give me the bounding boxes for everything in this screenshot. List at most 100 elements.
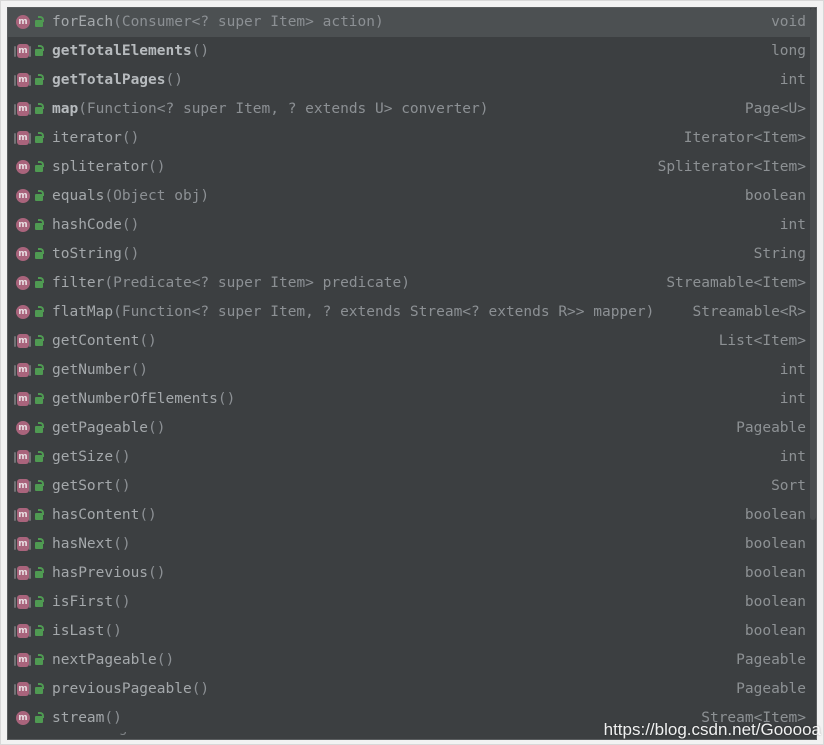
completion-signature: equals(Object obj) (52, 182, 727, 211)
completion-signature: isLast() (52, 617, 727, 646)
completion-method-name: map (52, 101, 79, 117)
completion-method-name: nextPageable (52, 652, 157, 668)
completion-method-params: (Consumer<? super Item> action) (113, 14, 384, 30)
method-icon: m (14, 391, 31, 408)
completion-item[interactable]: m iterator() Iterator<Item> (8, 124, 816, 153)
public-lock-icon (33, 566, 46, 581)
method-icon: m (14, 623, 31, 640)
completion-method-name: toString (52, 246, 122, 262)
completion-method-name: flatMap (52, 304, 114, 320)
completion-list[interactable]: m forEach(Consumer<? super Item> action) v… (8, 8, 816, 739)
completion-signature: hashCode() (52, 211, 762, 240)
completion-method-params: () (113, 449, 131, 465)
method-icon: m (14, 681, 31, 698)
method-icon: m (14, 43, 31, 60)
completion-signature: iterator() (52, 124, 666, 153)
completion-return-type: int (779, 217, 806, 233)
public-lock-icon (33, 508, 46, 523)
completion-item[interactable]: m toString() String (8, 240, 816, 269)
completion-item[interactable]: m getSort() Sort (8, 472, 816, 501)
completion-item[interactable]: m isFirst() boolean (8, 588, 816, 617)
completion-item[interactable]: m getSize() int (8, 443, 816, 472)
completion-method-params: () (156, 652, 175, 668)
completion-method-params: () (104, 623, 122, 639)
completion-item[interactable]: m hasNext() boolean (8, 530, 816, 559)
completion-item[interactable]: m map(Function<? super Item, ? extends U>… (8, 95, 816, 124)
completion-item[interactable]: m filter(Predicate<? super Item> predicat… (8, 269, 816, 298)
completion-signature: forEach(Consumer<? super Item> action) (52, 8, 753, 37)
public-lock-icon (33, 44, 46, 59)
completion-item[interactable]: m getPageable() Pageable (8, 414, 816, 443)
completion-signature: spliterator() (52, 153, 640, 182)
completion-method-name: getNumberOfElements (52, 391, 218, 407)
completion-method-params: () (191, 43, 210, 59)
completion-method-params: () (148, 420, 166, 436)
completion-scrollbar-track[interactable] (810, 8, 816, 739)
completion-item[interactable]: m forEach(Consumer<? super Item> action) v… (8, 8, 816, 37)
completion-item[interactable]: m nextPageable() Pageable (8, 646, 816, 675)
completion-item[interactable]: m hashCode() int (8, 211, 816, 240)
completion-return-type: Spliterator<Item> (657, 159, 806, 175)
completion-item[interactable]: m getContent() List<Item> (8, 327, 816, 356)
completion-item[interactable]: m getNumberOfElements() int (8, 385, 816, 414)
method-icon: m (14, 710, 31, 727)
completion-item[interactable]: m hasContent() boolean (8, 501, 816, 530)
method-icon: m (14, 188, 31, 205)
completion-method-name: forEach (52, 14, 114, 30)
completion-item[interactable]: m getTotalElements() long (8, 37, 816, 66)
completion-popup-window-frame: m forEach(Consumer<? super Item> action) v… (0, 0, 824, 745)
completion-item[interactable]: m getNumber() int (8, 356, 816, 385)
completion-method-params: (Object obj) (104, 188, 210, 204)
completion-method-params: () (130, 362, 149, 378)
completion-item[interactable]: m spliterator() Spliterator<Item> (8, 153, 816, 182)
public-lock-icon (33, 73, 46, 88)
completion-method-name: spliterator (52, 159, 149, 175)
completion-item[interactable]: m isLast() boolean (8, 617, 816, 646)
completion-signature: getSort() (52, 472, 753, 501)
completion-return-type: Page<U> (744, 101, 806, 117)
public-lock-icon (33, 218, 46, 233)
completion-signature: getPageable() (52, 414, 718, 443)
completion-return-type: Pageable (736, 420, 806, 436)
code-completion-popup[interactable]: m forEach(Consumer<? super Item> action) v… (7, 7, 817, 740)
public-lock-icon (33, 15, 46, 30)
completion-item[interactable]: m getTotalPages() int (8, 66, 816, 95)
method-icon: m (14, 159, 31, 176)
completion-scrollbar-thumb[interactable] (810, 8, 816, 520)
completion-method-params: () (217, 391, 236, 407)
method-icon: m (14, 101, 31, 118)
completion-method-params: (Predicate<? super Item> predicate) (104, 275, 410, 291)
completion-signature: getNumberOfElements() (52, 385, 762, 414)
completion-method-params: () (113, 536, 131, 552)
completion-item[interactable]: m stream() Stream<Item> (8, 704, 816, 733)
completion-method-params: (Function<? super Item, ? extends Stream… (113, 304, 655, 320)
completion-item[interactable]: m previousPageable() Pageable (8, 675, 816, 704)
method-icon: m (14, 652, 31, 669)
clipped-documentation-row: Perform the given action for each elemen… (8, 732, 816, 739)
completion-signature: flatMap(Function<? super Item, ? extends… (52, 298, 675, 327)
completion-method-name: hasNext (52, 536, 114, 552)
method-icon: m (14, 246, 31, 263)
completion-item[interactable]: m flatMap(Function<? super Item, ? extend… (8, 298, 816, 327)
method-icon: m (14, 14, 31, 31)
completion-method-params: () (113, 594, 131, 610)
completion-return-type: Iterator<Item> (683, 130, 806, 146)
completion-method-name: isLast (52, 623, 105, 639)
completion-signature: previousPageable() (52, 675, 718, 704)
completion-return-type: int (779, 391, 806, 407)
completion-item[interactable]: m equals(Object obj) boolean (8, 182, 816, 211)
method-icon: m (14, 362, 31, 379)
method-icon: m (14, 478, 31, 495)
public-lock-icon (33, 247, 46, 262)
method-icon: m (14, 72, 31, 89)
completion-method-params: () (148, 159, 166, 175)
completion-return-type: Pageable (736, 681, 806, 697)
public-lock-icon (33, 189, 46, 204)
completion-method-name: previousPageable (52, 681, 192, 697)
completion-return-type: Pageable (736, 652, 806, 668)
completion-method-params: () (113, 478, 131, 494)
completion-item[interactable]: m hasPrevious() boolean (8, 559, 816, 588)
completion-return-type: String (753, 246, 806, 262)
completion-return-type: void (771, 14, 806, 30)
completion-return-type: List<Item> (718, 333, 806, 349)
